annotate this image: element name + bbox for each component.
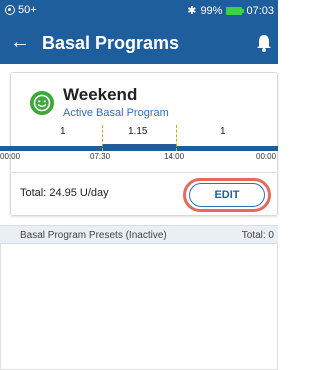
status-time: 07:03 — [246, 4, 274, 17]
screen: 50+ ✱ 99% 07:03 ← Basal Programs Weekend… — [0, 0, 278, 370]
time-label: 00:00 — [256, 152, 277, 161]
bell-icon[interactable] — [256, 34, 272, 52]
segment-rate: 1 — [220, 126, 226, 137]
presets-list — [0, 244, 278, 370]
segment-rate: 1.15 — [128, 126, 148, 137]
smile-icon — [30, 91, 54, 115]
edit-button[interactable]: EDIT — [189, 183, 265, 207]
card-divider — [10, 172, 278, 173]
time-label: 00:00 — [0, 152, 21, 161]
program-name: Weekend — [63, 85, 138, 104]
page-title: Basal Programs — [42, 33, 180, 53]
back-arrow-icon[interactable]: ← — [8, 31, 32, 55]
app-bar: ← Basal Programs — [0, 22, 278, 64]
segment-divider — [102, 125, 103, 151]
status-left: 50+ — [5, 4, 37, 16]
presets-header[interactable]: Basal Program Presets (Inactive) Total: … — [0, 225, 278, 244]
battery-icon — [226, 6, 245, 15]
total-daily-dose: Total: 24.95 U/day — [20, 187, 109, 199]
battery-percent: 99% — [200, 4, 223, 17]
status-left-text: 50+ — [18, 4, 37, 16]
time-label: 07:30 — [90, 152, 111, 161]
basal-segment-raised — [102, 144, 176, 151]
notification-dot-icon — [5, 5, 15, 15]
status-right: ✱ 99% 07:03 — [187, 4, 274, 18]
segment-rate: 1 — [60, 126, 66, 137]
program-status: Active Basal Program — [63, 107, 169, 119]
segment-divider — [176, 125, 177, 151]
bluetooth-icon: ✱ — [187, 5, 197, 17]
time-label: 14:00 — [164, 152, 185, 161]
presets-label: Basal Program Presets (Inactive) — [20, 230, 167, 241]
presets-total: Total: 0 — [241, 230, 274, 241]
status-bar: 50+ ✱ 99% 07:03 — [0, 0, 278, 22]
